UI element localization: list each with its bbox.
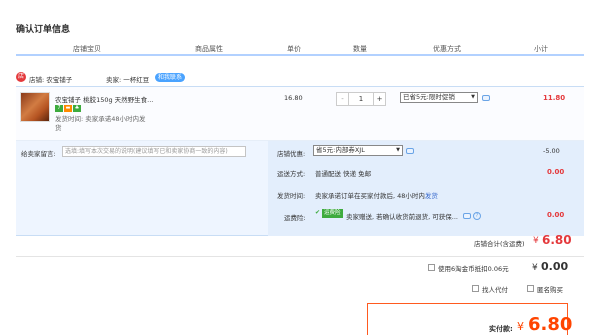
shop-total-label: 店铺合计(含运费) [474, 240, 525, 248]
anonymous-label: 匿名购买 [537, 286, 563, 294]
discount-info-icon[interactable] [482, 95, 490, 101]
card-badge-icon: ▬ [64, 105, 72, 112]
points-currency: ¥ [532, 263, 538, 273]
insurance-amount: 0.00 [547, 211, 565, 219]
coupon-amount: -5.00 [543, 147, 560, 155]
insurance-desc: 卖家赠送, 若确认收货前退货, 可获保... [346, 213, 458, 221]
final-amount: 6.80 [528, 314, 573, 335]
col-header-discount: 优惠方式 [433, 45, 461, 53]
item-subtotal: 11.80 [543, 94, 566, 102]
delivery-value: 卖家承诺订单在买家付款后, 48小时内发货 [315, 190, 438, 200]
points-label: 使用6淘金币抵扣0.06元 [438, 265, 509, 273]
delivery-promise: 发货时间: 卖家承诺48小时内发 [55, 115, 146, 123]
final-currency: ¥ [517, 320, 524, 333]
quantity-stepper: - 1 + [336, 92, 386, 106]
delivery-label: 发货时间: [277, 192, 306, 200]
insurance-tag: 运费险 [322, 209, 343, 218]
contact-seller-button[interactable]: 和我联系 [155, 73, 186, 82]
col-header-quantity: 数量 [353, 45, 367, 53]
seven-day-return-badge: 7 [55, 105, 63, 112]
coupon-info-icon[interactable] [406, 148, 414, 154]
message-label: 给卖家留言: [21, 150, 56, 158]
shipping-amount: 0.00 [547, 168, 565, 176]
unit-price: 16.80 [284, 94, 303, 102]
delivery-text: 卖家承诺订单在买家付款后, 48小时内 [315, 192, 425, 200]
quantity-input[interactable]: 1 [349, 93, 373, 105]
coupon-label: 店铺优惠: [277, 150, 306, 158]
proxy-pay-label: 找人代付 [482, 286, 508, 294]
guarantee-badge-icon: ♣ [73, 105, 81, 112]
insurance-info-icon[interactable] [463, 213, 471, 219]
points-value: 0.00 [541, 260, 569, 273]
delivery-promise-cont: 货 [55, 124, 62, 132]
shop-name[interactable]: 店铺: 农宝铺子 [29, 74, 72, 84]
header-divider [16, 54, 584, 56]
col-header-item: 店铺宝贝 [73, 45, 101, 53]
col-header-attributes: 商品属性 [195, 45, 223, 53]
anonymous-checkbox[interactable] [527, 285, 534, 292]
shop-total-currency: ¥ [533, 236, 539, 246]
page-title: 确认订单信息 [16, 25, 71, 35]
quantity-decrease-button[interactable]: - [337, 93, 349, 105]
product-thumbnail[interactable] [20, 92, 50, 122]
points-checkbox[interactable] [428, 264, 435, 271]
final-label: 实付款: [489, 325, 513, 333]
insurance-label: 运费险: [284, 214, 306, 222]
item-discount-select[interactable]: 已省5元:限时促销 ▼ [400, 92, 478, 103]
quantity-increase-button[interactable]: + [373, 93, 385, 105]
chevron-down-icon: ▼ [471, 94, 475, 100]
insurance-check-icon[interactable]: ✔ [315, 209, 320, 216]
service-badges: 7 ▬ ♣ [55, 103, 82, 112]
divider [16, 256, 584, 257]
proxy-pay-checkbox[interactable] [472, 285, 479, 292]
delivery-link[interactable]: 发货 [425, 192, 438, 200]
seller-name[interactable]: 卖家: 一杯红豆 [106, 74, 149, 84]
coupon-value: 省5元:内部券XJL [316, 146, 365, 154]
item-discount-value: 已省5元:限时促销 [403, 93, 455, 101]
coupon-select[interactable]: 省5元:内部券XJL ▼ [313, 145, 403, 156]
chevron-down-icon: ▼ [396, 147, 400, 153]
shop-icon: 店 [16, 72, 26, 82]
shipping-label: 运送方式: [277, 170, 306, 178]
col-header-price: 单价 [287, 45, 301, 53]
contact-seller-label: 和我联系 [155, 73, 186, 82]
help-icon[interactable]: ? [473, 212, 481, 220]
col-header-subtotal: 小计 [534, 45, 548, 53]
shipping-method: 普通配送 快递 免邮 [315, 170, 372, 178]
shop-total-value: 6.80 [542, 233, 572, 247]
message-to-seller-input[interactable]: 选填:填写本次交易的说明(建议填写已和卖家协商一致的内容) [62, 146, 246, 157]
